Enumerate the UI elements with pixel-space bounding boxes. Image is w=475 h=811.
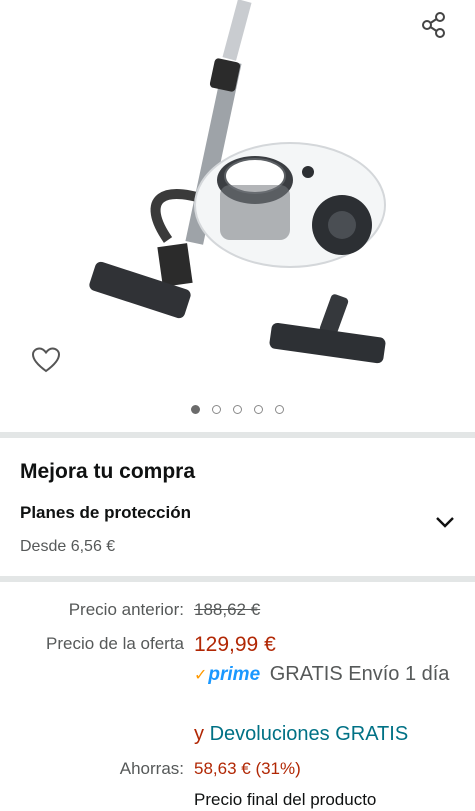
previous-price-label: Precio anterior: bbox=[68, 600, 184, 619]
wishlist-button[interactable] bbox=[26, 340, 66, 380]
deal-price-label: Precio de la oferta bbox=[46, 634, 184, 653]
section-divider bbox=[0, 576, 475, 582]
section-divider bbox=[0, 432, 475, 438]
free-returns-link[interactable]: Devoluciones GRATIS bbox=[210, 723, 409, 745]
upgrade-title: Mejora tu compra bbox=[20, 460, 196, 483]
previous-price-value: 188,62 € bbox=[194, 600, 261, 619]
pagination-dot[interactable] bbox=[191, 405, 200, 414]
savings-label: Ahorras: bbox=[119, 759, 184, 778]
savings-value: 58,63 € (31%) bbox=[194, 759, 301, 778]
chevron-down-icon[interactable] bbox=[433, 512, 457, 532]
pagination-dot[interactable] bbox=[275, 405, 284, 414]
free-returns: y Devoluciones GRATIS bbox=[194, 723, 408, 746]
prime-shipping: ✓ prime GRATIS Envío 1 día bbox=[194, 660, 454, 690]
deal-price-value: 129,99 € bbox=[194, 633, 276, 656]
protection-plans-title: Planes de protección bbox=[20, 503, 191, 522]
pagination-dot[interactable] bbox=[254, 405, 263, 414]
pagination-dot[interactable] bbox=[233, 405, 242, 414]
share-button[interactable] bbox=[415, 6, 453, 44]
product-gallery[interactable] bbox=[0, 0, 475, 432]
pagination-dot[interactable] bbox=[212, 405, 221, 414]
protection-plans-price: Desde 6,56 € bbox=[20, 538, 116, 555]
heart-icon bbox=[31, 347, 61, 373]
prime-label: prime bbox=[208, 664, 261, 685]
image-pagination[interactable] bbox=[0, 405, 475, 414]
final-price-text: Precio final del producto bbox=[194, 790, 377, 809]
share-icon bbox=[422, 12, 445, 38]
shipping-text: GRATIS Envío 1 día bbox=[269, 663, 450, 685]
check-icon: ✓ bbox=[194, 667, 208, 684]
product-image[interactable] bbox=[80, 0, 400, 390]
returns-prefix: y bbox=[194, 723, 204, 745]
prime-logo: ✓ prime bbox=[194, 660, 260, 690]
